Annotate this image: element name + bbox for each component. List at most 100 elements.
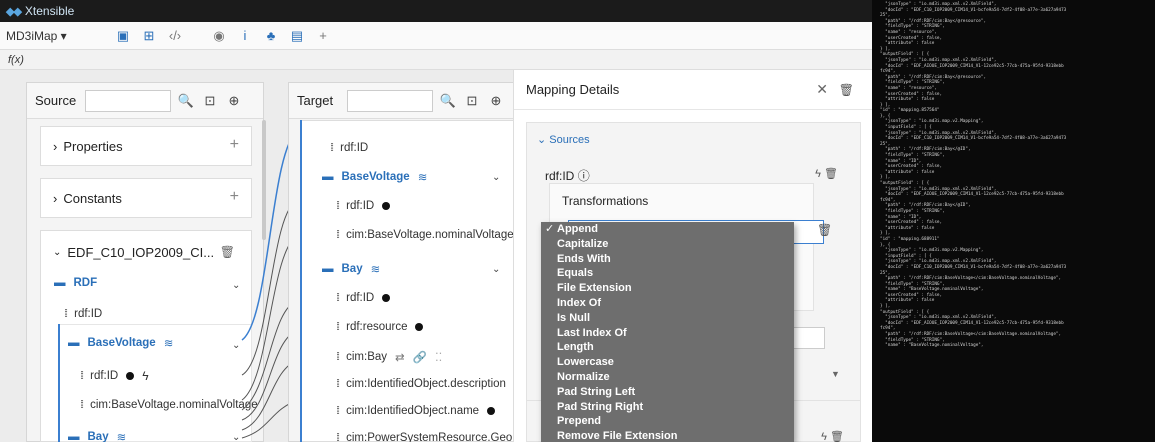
transformation-dropdown[interactable]: AppendCapitalizeEnds WithEqualsFile Exte…: [541, 222, 794, 442]
collapse-icon[interactable]: ⊡: [463, 93, 481, 109]
link-icon[interactable]: 🔗: [413, 350, 427, 364]
panel-icon[interactable]: ▣: [110, 26, 136, 46]
sources-toggle[interactable]: ⌄ Sources: [537, 133, 590, 146]
target-tree-psr-geo[interactable]: ⁞⁞ cim:PowerSystemResource.GeoL: [336, 432, 519, 442]
trash-icon[interactable]: 🗑: [839, 83, 854, 97]
rdf-id-label: rdf:ID: [74, 308, 103, 320]
name-label: cim:IdentifiedObject.name: [346, 405, 480, 417]
search-icon[interactable]: 🔍: [439, 93, 457, 109]
dropdown-option[interactable]: Capitalize: [541, 237, 794, 252]
target-search-input[interactable]: [347, 89, 433, 112]
source-tree-rdf-id[interactable]: ⁞⁞ rdf:ID: [64, 308, 102, 320]
drag-handle-icon[interactable]: ⁞⁞: [336, 378, 340, 390]
dropdown-option[interactable]: Last Index Of: [541, 326, 794, 341]
chevron-down-icon[interactable]: ⌄: [53, 247, 61, 258]
expand-arrow-icon: ›: [53, 139, 58, 154]
geo-label: cim:PowerSystemResource.GeoL: [346, 432, 519, 442]
formula-bar[interactable]: f(x): [0, 50, 872, 70]
dropdown-option[interactable]: Lowercase: [541, 355, 794, 370]
target-tree-bay[interactable]: ▬ Bay ≋: [322, 262, 380, 276]
dropdown-option[interactable]: Normalize: [541, 370, 794, 385]
target-tree-io-name[interactable]: ⁞⁞ cim:IdentifiedObject.name: [336, 405, 496, 417]
target-tree-basevoltage[interactable]: ▬ BaseVoltage ≋: [322, 170, 427, 184]
info-icon[interactable]: i: [232, 26, 258, 46]
drag-handle-icon[interactable]: ⁞⁞: [330, 142, 334, 154]
source-actions: ϟ 🗑: [815, 167, 838, 180]
drag-handle-icon[interactable]: ⁞⁞: [336, 405, 340, 417]
constants-card[interactable]: › Constants +: [40, 178, 252, 218]
map-icon[interactable]: ▤: [284, 26, 310, 46]
dropdown-option[interactable]: Length: [541, 340, 794, 355]
add-constant-icon[interactable]: +: [230, 188, 239, 206]
dropdown-option[interactable]: Prepend: [541, 414, 794, 429]
search-icon[interactable]: 🔍: [177, 93, 195, 109]
info-icon[interactable]: ⓘ: [578, 169, 590, 183]
source-tree-bay[interactable]: ▬ Bay ≋: [68, 430, 126, 442]
target-tree-bay-resource[interactable]: ⁞⁞ rdf:resource: [336, 321, 424, 333]
hierarchy-icon[interactable]: ♣: [258, 26, 284, 46]
dropdown-option[interactable]: Is Null: [541, 311, 794, 326]
properties-card[interactable]: › Properties +: [40, 126, 252, 166]
dropdown-option[interactable]: Append: [541, 222, 794, 237]
source-tree-bv-rdf-id[interactable]: ⁞⁞ rdf:ID ϟ: [80, 369, 149, 383]
target-document-card: [300, 120, 514, 442]
caret-down-icon[interactable]: ▼: [831, 369, 840, 379]
trash-icon[interactable]: 🗑: [830, 431, 844, 442]
lightning-icon[interactable]: ϟ: [821, 431, 827, 442]
transformations-title: Transformations: [562, 194, 649, 208]
dropdown-option[interactable]: Ends With: [541, 252, 794, 267]
trash-icon[interactable]: 🗑: [817, 223, 832, 237]
trash-icon[interactable]: 🗑: [824, 168, 838, 180]
eye-icon[interactable]: ◉: [206, 26, 232, 46]
drag-handle-icon[interactable]: ⁞⁞: [336, 351, 340, 363]
table-icon[interactable]: ⊞: [136, 26, 162, 46]
drag-handle-icon[interactable]: ⁞⁞: [336, 200, 340, 212]
dropdown-option[interactable]: Remove File Extension: [541, 429, 794, 442]
folder-icon: ▬: [68, 431, 80, 442]
drag-handle-icon[interactable]: ⁞⁞: [80, 399, 84, 411]
target-tree-bay-cim[interactable]: ⁞⁞ cim:Bay ⇄ 🔗 ⁚⁚: [336, 350, 442, 364]
drag-handle-icon[interactable]: ⁞⁞: [80, 370, 84, 382]
code-icon[interactable]: ‹/›: [162, 26, 188, 46]
add-property-icon[interactable]: +: [230, 136, 239, 154]
expand-arrow-icon: ›: [53, 191, 58, 206]
mapped-dot-icon: [382, 202, 391, 210]
dropdown-option[interactable]: Pad String Right: [541, 400, 794, 415]
drag-handle-icon[interactable]: ⁞⁞: [336, 432, 340, 442]
database-icon: ≋: [116, 432, 127, 442]
add-icon[interactable]: +: [310, 26, 336, 46]
mapped-dot-icon: [415, 323, 424, 331]
sources-label: Sources: [549, 134, 590, 146]
collapse-icon[interactable]: ⊡: [201, 93, 219, 109]
add-circle-icon[interactable]: ⊕: [487, 93, 505, 109]
folder-icon: ▬: [322, 263, 334, 275]
bay-label: Bay: [341, 263, 363, 275]
add-circle-icon[interactable]: ⊕: [225, 93, 243, 109]
app-name-menu[interactable]: MD3iMap ▾: [0, 29, 110, 43]
source-search-input[interactable]: [85, 89, 171, 112]
rdf-id-label: rdf:ID: [90, 370, 119, 382]
swap-icon[interactable]: ⇄: [395, 350, 405, 364]
dropdown-option[interactable]: File Extension: [541, 281, 794, 296]
source-tree-rdf[interactable]: ▬ RDF: [54, 277, 97, 289]
lightning-icon[interactable]: ϟ: [815, 168, 821, 180]
close-icon[interactable]: ✕: [816, 81, 828, 98]
drag-handle-icon[interactable]: ⁞⁞: [336, 229, 340, 241]
trash-icon[interactable]: 🗑: [220, 245, 235, 259]
source-tree-basevoltage[interactable]: ▬ BaseVoltage ≋: [68, 336, 173, 350]
source-tree-bv-nominal[interactable]: ⁞⁞ cim:BaseVoltage.nominalVoltage: [80, 399, 258, 411]
target-tree-bv-rdf-id[interactable]: ⁞⁞ rdf:ID: [336, 200, 391, 212]
dropdown-option[interactable]: Index Of: [541, 296, 794, 311]
drag-handle-icon[interactable]: ⁞⁞: [336, 321, 340, 333]
drag-handle-icon[interactable]: ⁞⁞: [64, 308, 68, 320]
brand-bar: ◆◆ Xtensible: [0, 0, 872, 22]
dropdown-option[interactable]: Pad String Left: [541, 385, 794, 400]
dropdown-option[interactable]: Equals: [541, 266, 794, 281]
target-tree-rdf-id[interactable]: ⁞⁞ rdf:ID: [330, 142, 368, 154]
target-tree-bay-rdf-id[interactable]: ⁞⁞ rdf:ID: [336, 292, 391, 304]
drag-handle-icon[interactable]: ⁞⁞: [336, 292, 340, 304]
target-tree-io-description[interactable]: ⁞⁞ cim:IdentifiedObject.description: [336, 378, 506, 390]
collection-icon[interactable]: ⁚⁚: [435, 350, 442, 364]
constants-label: Constants: [63, 191, 122, 206]
target-tree-bv-nominal[interactable]: ⁞⁞ cim:BaseVoltage.nominalVoltage: [336, 229, 514, 241]
